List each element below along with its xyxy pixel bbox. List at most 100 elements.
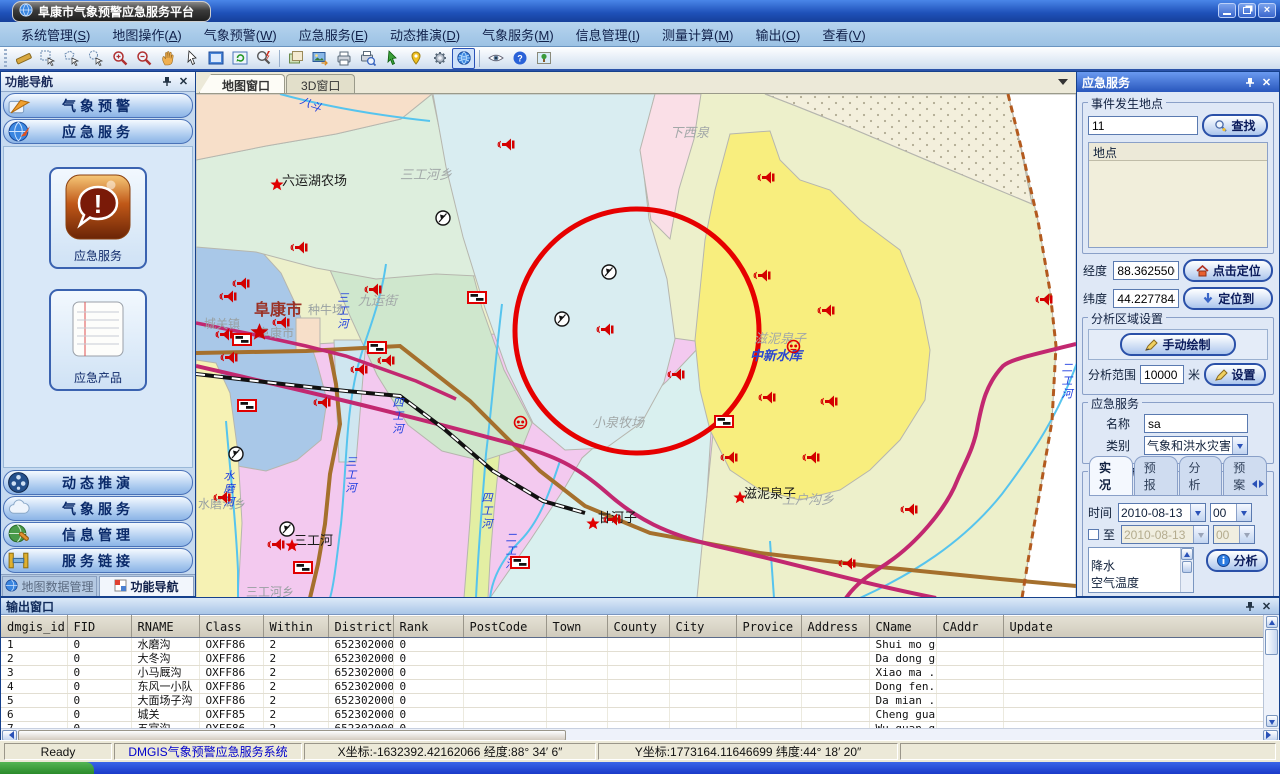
flag-icon[interactable] (237, 399, 257, 417)
column-header-Address[interactable]: Address (801, 616, 869, 638)
longitude-field[interactable] (1113, 261, 1179, 280)
sidebar-item-动态推演[interactable]: 动态推演 (3, 470, 193, 495)
column-header-CAddr[interactable]: CAddr (936, 616, 1003, 638)
speaker-icon[interactable] (219, 290, 237, 308)
tab-3D窗口[interactable]: 3D窗口 (286, 74, 355, 93)
scrollbar-thumb[interactable] (18, 730, 566, 741)
flag-icon[interactable] (367, 341, 387, 359)
menu-地图操作[interactable]: 地图操作(A) (101, 23, 192, 46)
location-list-body[interactable] (1089, 161, 1267, 247)
chevron-down-icon[interactable] (1232, 437, 1247, 454)
speaker-icon[interactable] (272, 316, 290, 334)
speaker-icon[interactable] (350, 363, 368, 381)
close-icon[interactable]: ✕ (176, 75, 191, 89)
zoom-out-icon[interactable] (132, 48, 155, 69)
star-icon[interactable] (733, 491, 747, 509)
scroll-right-icon[interactable] (1263, 730, 1278, 741)
zoom-in-icon[interactable] (108, 48, 131, 69)
column-header-PostCode[interactable]: PostCode (463, 616, 546, 638)
menu-输出[interactable]: 输出(O) (745, 23, 812, 46)
flag-icon[interactable] (232, 333, 252, 351)
refresh-icon[interactable] (228, 48, 251, 69)
select-feature-icon[interactable] (380, 48, 403, 69)
scroll-up-icon[interactable] (1266, 616, 1278, 628)
map-viewport[interactable]: 六运湖农场三工河乡下西泉阜康市城关镇阜康市种牛场九运街滋泥泉子中新水库滋泥泉子小… (196, 94, 1076, 597)
sidebar-item-气象预警[interactable]: 气象预警 (3, 93, 193, 118)
location-search-input[interactable] (1088, 116, 1198, 135)
scroll-down-icon[interactable] (1266, 715, 1278, 727)
service-type-select[interactable]: 气象和洪水灾害 (1144, 436, 1248, 455)
scene-icon[interactable] (532, 48, 555, 69)
flag-icon[interactable] (293, 561, 313, 579)
list-item[interactable]: 空气温度 (1091, 574, 1139, 591)
speaker-icon[interactable] (820, 395, 838, 413)
flag-icon[interactable] (714, 415, 734, 433)
chevron-down-icon[interactable] (1190, 504, 1205, 521)
column-header-Town[interactable]: Town (546, 616, 607, 638)
select-lasso-icon[interactable] (84, 48, 107, 69)
speaker-icon[interactable] (603, 513, 621, 531)
table-row[interactable]: 30小马厩沟OXFF8626523020000Xiao ma ... (1, 666, 1265, 680)
speaker-icon[interactable] (213, 491, 231, 509)
service-name-input[interactable] (1144, 414, 1248, 433)
sidebar-item-气象服务[interactable]: 气象服务 (3, 496, 193, 521)
station-icon[interactable] (435, 210, 451, 231)
menu-查看[interactable]: 查看(V) (811, 23, 876, 46)
select-rect-icon[interactable] (36, 48, 59, 69)
menu-动态推演[interactable]: 动态推演(D) (379, 23, 471, 46)
speaker-icon[interactable] (802, 451, 820, 469)
speaker-icon[interactable] (220, 351, 238, 369)
tab-功能导航[interactable]: 功能导航 (99, 576, 194, 596)
scrollbar-thumb[interactable] (1265, 629, 1278, 655)
speaker-icon[interactable] (720, 451, 738, 469)
column-header-Rank[interactable]: Rank (393, 616, 463, 638)
table-row[interactable]: 20大冬沟OXFF8626523020000Da dong gou (1, 652, 1265, 666)
column-header-dmgis_id[interactable]: dmgis_id (1, 616, 67, 638)
column-header-FID[interactable]: FID (67, 616, 131, 638)
star-icon[interactable] (285, 539, 299, 557)
speaker-icon[interactable] (838, 557, 856, 575)
element-list[interactable]: 降水空气温度 (1088, 547, 1194, 593)
speaker-icon[interactable] (817, 304, 835, 322)
speaker-icon[interactable] (596, 323, 614, 341)
pin-icon[interactable] (1242, 599, 1257, 613)
globe-network-icon[interactable] (452, 48, 475, 69)
table-row[interactable]: 50大面场子沟OXFF8626523020000Da mian ... (1, 694, 1265, 708)
layers-icon[interactable] (284, 48, 307, 69)
hour-select[interactable]: 00 (1210, 503, 1252, 522)
close-button[interactable]: × (1258, 3, 1276, 18)
redmark-icon[interactable] (786, 339, 801, 359)
tab-实况[interactable]: 实况 (1089, 456, 1133, 495)
latitude-field[interactable] (1113, 289, 1179, 308)
start-button[interactable] (0, 762, 94, 774)
list-scrollbar[interactable] (1180, 548, 1193, 592)
set-range-button[interactable]: 设置 (1204, 363, 1266, 386)
table-row[interactable]: 40东风一小队OXFF8626523020000Dong fen... (1, 680, 1265, 694)
pointer-icon[interactable] (180, 48, 203, 69)
restore-button[interactable] (1238, 3, 1256, 18)
table-row[interactable]: 70五官沟OXFF8626523020000Wu guan gou (1, 722, 1265, 729)
speaker-icon[interactable] (290, 241, 308, 259)
range-input[interactable] (1140, 365, 1184, 384)
tab-scroll-left-icon[interactable] (1248, 480, 1257, 488)
search-button[interactable]: 查找 (1202, 114, 1268, 137)
tab-地图窗口[interactable]: 地图窗口 (199, 74, 285, 93)
station-icon[interactable] (228, 446, 244, 467)
list-item[interactable]: 降水 (1091, 557, 1139, 574)
select-poly-icon[interactable] (60, 48, 83, 69)
redmark-icon[interactable] (513, 415, 528, 435)
date-select[interactable]: 2010-08-13 (1118, 503, 1206, 522)
sidebar-item-应急服务[interactable]: 应急服务 (3, 119, 193, 144)
close-icon[interactable]: ✕ (1259, 75, 1274, 89)
speaker-icon[interactable] (215, 328, 233, 346)
column-header-RNAME[interactable]: RNAME (131, 616, 199, 638)
flag-icon[interactable] (467, 291, 487, 309)
map-tab-dropdown-icon[interactable] (1058, 79, 1068, 90)
pin-icon[interactable] (159, 75, 174, 89)
speaker-icon[interactable] (757, 171, 775, 189)
print-icon[interactable] (332, 48, 355, 69)
toolbar-grip[interactable] (4, 49, 7, 67)
eye-icon[interactable] (484, 48, 507, 69)
station-icon[interactable] (554, 311, 570, 332)
print-preview-icon[interactable] (356, 48, 379, 69)
